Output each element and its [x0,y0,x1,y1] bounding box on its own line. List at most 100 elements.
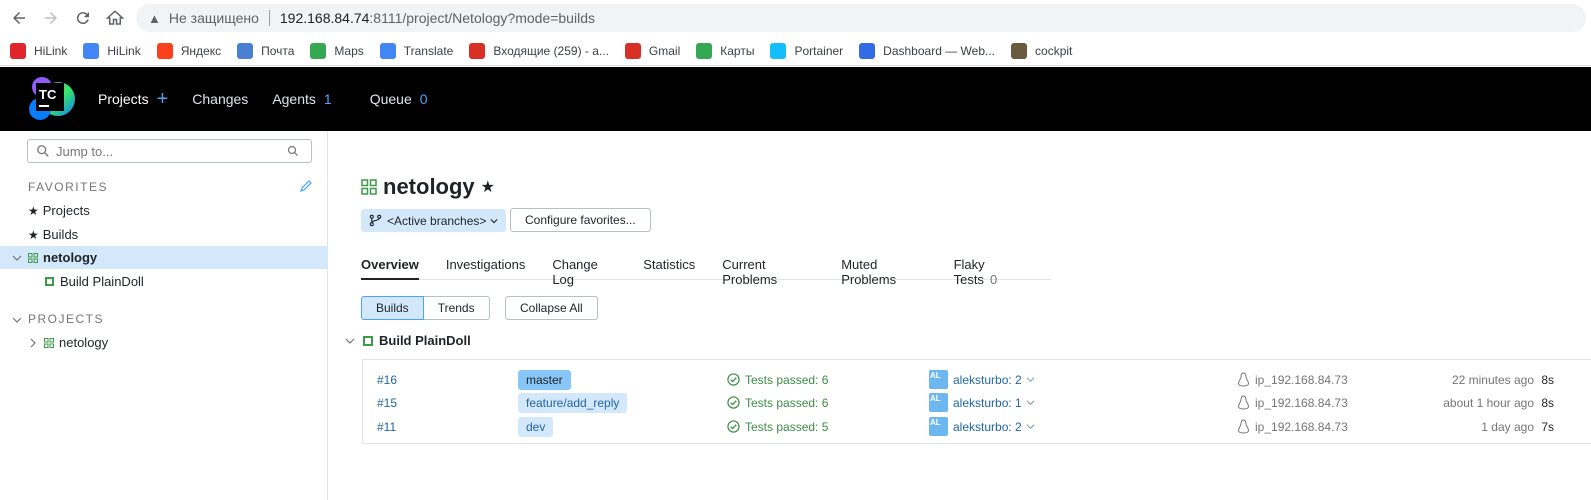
tab-flaky-tests[interactable]: Flaky Tests 0 [954,247,1024,287]
chevron-down-icon[interactable] [345,336,355,346]
branch-badge[interactable]: dev [518,416,554,437]
bookmark-label: Translate [403,43,454,58]
sidebar-item-label: netology [43,250,98,265]
sidebar-item-netology[interactable]: netology [0,246,327,269]
address-bar[interactable]: ▲ Не защищено 192.168.84.74 :8111/projec… [136,4,1586,32]
changes-user[interactable]: AL aleksturbo: 2 [929,417,1035,436]
maps-icon [696,42,713,59]
bookmark-item[interactable]: Яндекс [156,42,221,59]
branch-badge[interactable]: master [518,369,571,390]
cockpit-icon [1011,42,1028,59]
teamcity-header: TC Projects + Changes Agents 1 Queue 0 [0,67,1591,131]
agent-link[interactable]: ip_192.168.84.73 [1237,372,1348,387]
bookmark-item[interactable]: Почта [237,42,295,59]
bookmark-item[interactable]: cockpit [1011,42,1072,59]
status-text: Tests passed: 5 [745,419,829,434]
sidebar: Jump to... FAVORITES ★ Projects ★ Builds… [0,131,328,500]
url-path: :8111/project/Netology?mode=builds [369,10,595,26]
avatar: AL [929,417,948,436]
nav-agents[interactable]: Agents 1 [272,91,331,107]
bookmark-item[interactable]: Dashboard — Web... [859,42,995,59]
branch-selector[interactable]: <Active branches> [361,209,507,232]
bookmark-item[interactable]: Translate [379,42,454,59]
plus-icon[interactable]: + [157,89,169,109]
sidebar-item-build-plaindoll[interactable]: Build PlainDoll [0,270,327,293]
build-status[interactable]: Tests passed: 5 [727,420,828,434]
sidebar-item-fav-projects[interactable]: ★ Projects [0,199,327,222]
pencil-icon[interactable] [299,179,313,193]
sidebar-item-label: Projects [42,203,90,218]
sidebar-item-label: netology [59,335,109,350]
warning-icon[interactable]: ▲ [148,11,161,26]
sidebar-item-proj-netology[interactable]: netology [0,331,327,354]
tab-change-log[interactable]: Change Log [552,247,616,287]
branch-badge[interactable]: feature/add_reply [518,392,628,413]
bookmark-label: Portainer [794,43,844,58]
build-status[interactable]: Tests passed: 6 [727,396,828,410]
chevron-down-icon[interactable] [12,315,22,325]
bookmark-item[interactable]: Portainer [770,42,844,59]
agent-link[interactable]: ip_192.168.84.73 [1237,395,1348,410]
agent-link[interactable]: ip_192.168.84.73 [1237,419,1348,434]
build-number-link[interactable]: #11 [377,420,396,434]
build-status[interactable]: Tests passed: 6 [727,373,828,387]
bookmark-item[interactable]: HiLink [10,42,67,59]
search-input[interactable]: Jump to... [27,139,312,163]
configure-favorites-button[interactable]: Configure favorites... [510,208,651,232]
bookmark-label: Входящие (259) - a... [493,43,609,58]
page-title: netology ★ [361,174,495,200]
reload-icon[interactable] [67,2,99,34]
build-number-link[interactable]: #16 [377,373,397,387]
project-icon [44,337,54,348]
tab-bar: Overview Investigations Change Log Stati… [361,247,1051,287]
bookmark-label: Почта [261,43,295,58]
collapse-all-button[interactable]: Collapse All [505,296,598,320]
browser-toolbar: ▲ Не защищено 192.168.84.74 :8111/projec… [0,0,1591,36]
tab-current-problems[interactable]: Current Problems [722,247,814,287]
bookmark-item[interactable]: Входящие (259) - a... [469,42,609,59]
build-row[interactable]: #15 feature/add_reply Tests passed: 6 AL ale… [363,391,1591,414]
home-icon[interactable] [99,2,131,34]
chevron-down-icon[interactable] [1026,375,1035,384]
page-title-text: netology [383,174,475,199]
build-duration: 8s [1541,395,1554,410]
back-icon[interactable] [3,2,35,34]
teamcity-logo[interactable]: TC [28,75,76,123]
nav-changes[interactable]: Changes [192,91,248,107]
logo-text: TC [39,87,57,102]
build-row[interactable]: #16 master Tests passed: 6 AL aleksturbo: 2 i… [363,368,1591,391]
chevron-down-icon[interactable] [1026,422,1035,431]
bookmark-item[interactable]: Gmail [624,42,680,59]
forward-icon[interactable] [35,2,67,34]
nav-projects[interactable]: Projects + [98,89,168,109]
tab-investigations[interactable]: Investigations [446,247,526,280]
trends-toggle-button[interactable]: Trends [423,296,490,320]
mail-icon [237,42,254,59]
bookmarks-bar: HiLink HiLink Яндекс Почта Maps Translate Вход… [0,36,1591,66]
nav-queue[interactable]: Queue 0 [370,91,428,107]
build-time: 1 day ago [1481,419,1534,434]
tab-statistics[interactable]: Statistics [643,247,695,280]
gmail-icon [624,42,641,59]
translate-icon [379,42,396,59]
build-row[interactable]: #11 dev Tests passed: 5 AL aleksturbo: 2 ip_1… [363,415,1591,438]
changes-user[interactable]: AL aleksturbo: 2 [929,370,1035,389]
chevron-down-icon[interactable] [1026,398,1035,407]
tab-overview[interactable]: Overview [361,247,419,280]
build-number-link[interactable]: #15 [377,396,397,410]
bookmark-item[interactable]: Maps [310,42,364,59]
agents-count: 1 [323,91,332,107]
maps-icon [310,42,327,59]
builds-toggle-button[interactable]: Builds [361,296,424,320]
nav-agents-label: Agents [272,91,316,107]
build-type-header[interactable]: Build PlainDoll [345,333,471,348]
tab-muted-problems[interactable]: Muted Problems [841,247,926,287]
sidebar-item-fav-builds[interactable]: ★ Builds [0,223,327,246]
star-icon[interactable]: ★ [481,177,495,197]
chevron-down-icon[interactable] [12,253,22,263]
chevron-right-icon[interactable] [28,338,38,348]
bookmark-item[interactable]: HiLink [83,42,141,59]
bookmark-item[interactable]: Карты [696,42,754,59]
changes-user[interactable]: AL aleksturbo: 1 [929,393,1035,412]
bookmark-label: HiLink [107,43,141,58]
